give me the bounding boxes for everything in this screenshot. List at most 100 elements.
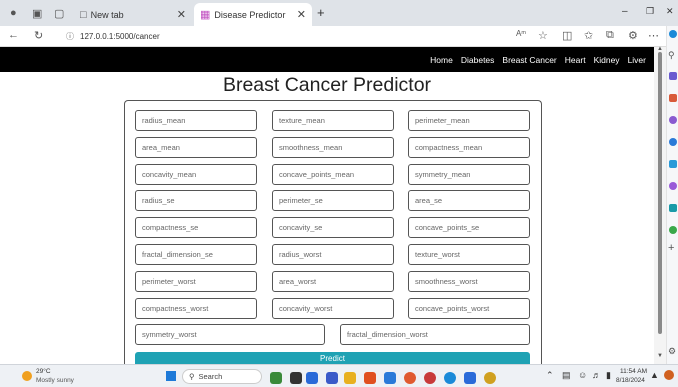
windows-taskbar: 29°C Mostly sunny ⚲ Search ⌃ ▤ ☺ ♬ ▮ 11:…: [0, 364, 678, 387]
field-concave-points-se[interactable]: concave_points_se: [408, 217, 530, 239]
info-icon: ⓘ: [66, 32, 74, 41]
field-perimeter-se[interactable]: perimeter_se: [272, 190, 394, 212]
opera-icon[interactable]: [424, 372, 436, 384]
site-navbar: Home Diabetes Breast Cancer Heart Kidney…: [0, 47, 654, 72]
field-radius-mean[interactable]: radius_mean: [135, 110, 257, 131]
scroll-down-icon[interactable]: ▼: [657, 353, 663, 359]
nav-kidney[interactable]: Kidney: [594, 55, 620, 65]
battery-icon[interactable]: ▮: [606, 370, 611, 381]
site-favicon-icon: ▦: [200, 9, 211, 21]
field-concave-points-worst[interactable]: concave_points_worst: [408, 297, 530, 319]
field-perimeter-mean[interactable]: perimeter_mean: [408, 110, 530, 131]
field-radius-se[interactable]: radius_se: [135, 190, 257, 212]
task-view-icon[interactable]: [290, 372, 302, 384]
split-screen-icon[interactable]: ◫: [562, 29, 572, 42]
field-symmetry-mean[interactable]: symmetry_mean: [408, 163, 530, 185]
teams-icon[interactable]: [306, 372, 318, 384]
telegram-icon[interactable]: [669, 204, 677, 212]
workspaces-icon[interactable]: ▣: [32, 7, 42, 20]
start-icon[interactable]: [166, 371, 176, 381]
close-tab-icon[interactable]: ✕: [177, 8, 186, 21]
address-bar-row: ← ↻ ⓘ 127.0.0.1:5000/cancer Aᵐ ☆ ◫ ✩ ⧉ ⚙…: [0, 26, 678, 47]
clock-time[interactable]: 11:54 AM: [620, 368, 647, 375]
field-smoothness-mean[interactable]: smoothness_mean: [272, 136, 394, 158]
field-concavity-worst[interactable]: concavity_worst: [272, 297, 394, 319]
chrome-icon[interactable]: [404, 372, 416, 384]
copilot-icon[interactable]: [669, 30, 677, 38]
add-sidebar-app-icon[interactable]: +: [668, 242, 674, 254]
field-area-se[interactable]: area_se: [408, 190, 530, 212]
sidebar-app-icon[interactable]: [669, 226, 677, 234]
nav-breast-cancer[interactable]: Breast Cancer: [502, 55, 556, 65]
clock-date[interactable]: 8/18/2024: [616, 377, 645, 384]
maximize-button[interactable]: ❐: [646, 6, 654, 17]
show-hidden-icons[interactable]: ⌃: [546, 370, 554, 381]
shopping-icon[interactable]: [669, 72, 677, 80]
profile-icon[interactable]: ●: [10, 7, 17, 19]
address-bar[interactable]: ⓘ 127.0.0.1:5000/cancer: [56, 29, 536, 44]
tab-actions-icon[interactable]: ▢: [54, 7, 64, 20]
favorites-icon[interactable]: ✩: [584, 29, 593, 42]
extensions-icon[interactable]: ⚙: [628, 29, 638, 42]
field-fractal-dimension-worst[interactable]: fractal_dimension_worst: [340, 324, 530, 346]
search-icon[interactable]: ⚲: [668, 50, 675, 61]
taskbar-search[interactable]: ⚲ Search: [182, 369, 262, 384]
nav-heart[interactable]: Heart: [565, 55, 586, 65]
games-icon[interactable]: [669, 116, 677, 124]
predict-button[interactable]: Predict: [135, 352, 530, 364]
sidebar-settings-icon[interactable]: ⚙: [668, 346, 676, 357]
field-area-worst[interactable]: area_worst: [272, 270, 394, 292]
field-symmetry-worst[interactable]: symmetry_worst: [135, 324, 325, 346]
refresh-icon[interactable]: ↻: [34, 29, 43, 42]
weather-icon[interactable]: [22, 371, 32, 381]
app-icon[interactable]: [326, 372, 338, 384]
field-concavity-mean[interactable]: concavity_mean: [135, 163, 257, 185]
new-tab-button[interactable]: +: [317, 5, 325, 20]
field-concave-points-mean[interactable]: concave_points_mean: [272, 163, 394, 185]
mail-icon[interactable]: [464, 372, 476, 384]
nav-liver[interactable]: Liver: [628, 55, 646, 65]
brave-browser-icon[interactable]: [364, 372, 376, 384]
widgets-icon[interactable]: [270, 372, 282, 384]
app-icon-2[interactable]: [484, 372, 496, 384]
close-tab-icon[interactable]: ✕: [297, 8, 306, 21]
office-icon[interactable]: [669, 138, 677, 146]
tab-new-tab[interactable]: □ New tab ✕: [74, 3, 192, 26]
network-icon[interactable]: ▤: [562, 370, 571, 381]
tab-title: Disease Predictor: [214, 9, 286, 20]
tab-disease-predictor[interactable]: ▦ Disease Predictor ✕: [194, 3, 312, 26]
favorite-star-icon[interactable]: ☆: [538, 29, 548, 42]
search-placeholder: Search: [198, 372, 223, 381]
field-texture-mean[interactable]: texture_mean: [272, 110, 394, 131]
designer-icon[interactable]: [669, 182, 677, 190]
copilot-taskbar-icon[interactable]: [664, 370, 674, 380]
field-texture-worst[interactable]: texture_worst: [408, 244, 530, 265]
volume-icon[interactable]: ♬: [592, 370, 601, 380]
minimize-button[interactable]: –: [622, 6, 628, 17]
tools-icon[interactable]: [669, 94, 677, 102]
field-radius-worst[interactable]: radius_worst: [272, 244, 394, 265]
scrollbar-thumb[interactable]: [658, 52, 662, 334]
nav-home[interactable]: Home: [430, 55, 453, 65]
field-fractal-dimension-se[interactable]: fractal_dimension_se: [135, 244, 257, 265]
weather-desc: Mostly sunny: [36, 377, 74, 384]
nav-diabetes[interactable]: Diabetes: [461, 55, 495, 65]
read-aloud-icon[interactable]: Aᵐ: [516, 29, 526, 38]
field-compactness-mean[interactable]: compactness_mean: [408, 136, 530, 158]
back-icon[interactable]: ←: [8, 29, 19, 41]
field-perimeter-worst[interactable]: perimeter_worst: [135, 270, 257, 292]
field-compactness-worst[interactable]: compactness_worst: [135, 297, 257, 319]
notification-icon[interactable]: ▲: [650, 370, 659, 380]
field-smoothness-worst[interactable]: smoothness_worst: [408, 270, 530, 292]
wifi-icon[interactable]: ☺: [578, 370, 587, 380]
collections-icon[interactable]: ⧉: [606, 29, 614, 42]
field-concavity-se[interactable]: concavity_se: [272, 217, 394, 239]
close-window-button[interactable]: ✕: [666, 6, 674, 17]
more-options-icon[interactable]: ⋯: [648, 29, 659, 42]
file-explorer-icon[interactable]: [344, 372, 356, 384]
field-compactness-se[interactable]: compactness_se: [135, 217, 257, 239]
edge-icon[interactable]: [444, 372, 456, 384]
field-area-mean[interactable]: area_mean: [135, 136, 257, 158]
vscode-icon[interactable]: [384, 372, 396, 384]
outlook-icon[interactable]: [669, 160, 677, 168]
